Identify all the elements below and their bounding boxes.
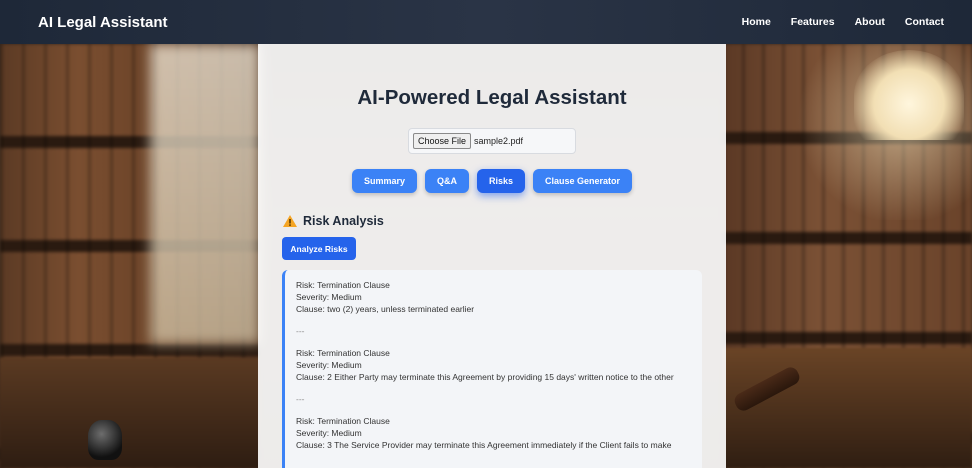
desk-right [722, 348, 972, 468]
risk-name: Risk: Termination Clause [296, 280, 390, 290]
section-header: Risk Analysis [283, 214, 384, 228]
separator: --- [296, 326, 305, 336]
tab-bar: Summary Q&A Risks Clause Generator [258, 169, 726, 193]
warning-icon [283, 215, 297, 227]
risk-severity: Severity: Medium [296, 292, 362, 302]
risk-name: Risk: Termination Clause [296, 416, 390, 426]
choose-file-button[interactable]: Choose File [413, 133, 472, 149]
desk-left [0, 358, 260, 468]
risk-severity: Severity: Medium [296, 428, 362, 438]
file-input[interactable]: Choose File sample2.pdf [408, 128, 576, 154]
file-name: sample2.pdf [474, 136, 524, 146]
risk-severity: Severity: Medium [296, 360, 362, 370]
nav-links: Home Features About Contact [742, 16, 944, 28]
separator: --- [296, 394, 305, 404]
analyze-risks-button[interactable]: Analyze Risks [282, 237, 356, 260]
nav-link-about[interactable]: About [855, 16, 885, 28]
inkwell-icon [88, 420, 122, 460]
tab-risks[interactable]: Risks [476, 169, 526, 193]
nav-link-features[interactable]: Features [791, 16, 835, 28]
risk-clause: Clause: 2 Either Party may terminate thi… [296, 372, 674, 382]
risk-results[interactable]: Risk: Termination Clause Severity: Mediu… [282, 270, 702, 468]
brand-title[interactable]: AI Legal Assistant [38, 14, 167, 31]
window-light [150, 44, 260, 344]
nav-link-contact[interactable]: Contact [905, 16, 944, 28]
risk-name: Risk: Termination Clause [296, 348, 390, 358]
lamp-icon [854, 50, 964, 140]
tab-clause-generator[interactable]: Clause Generator [533, 169, 633, 193]
nav-link-home[interactable]: Home [742, 16, 771, 28]
section-title: Risk Analysis [303, 214, 384, 228]
tab-summary[interactable]: Summary [351, 169, 417, 193]
risk-item: Risk: Termination Clause Severity: Mediu… [296, 415, 702, 451]
risk-clause: Clause: two (2) years, unless terminated… [296, 304, 475, 314]
page-title: AI-Powered Legal Assistant [357, 86, 627, 109]
navbar: AI Legal Assistant Home Features About C… [0, 0, 972, 44]
risk-clause: Clause: 3 The Service Provider may termi… [296, 440, 672, 450]
risk-item: Risk: Termination Clause Severity: Mediu… [296, 279, 702, 315]
risk-item: Risk: Termination Clause Severity: Mediu… [296, 347, 702, 383]
tab-qa[interactable]: Q&A [424, 169, 469, 193]
main-panel: AI-Powered Legal Assistant Choose File s… [258, 44, 726, 468]
